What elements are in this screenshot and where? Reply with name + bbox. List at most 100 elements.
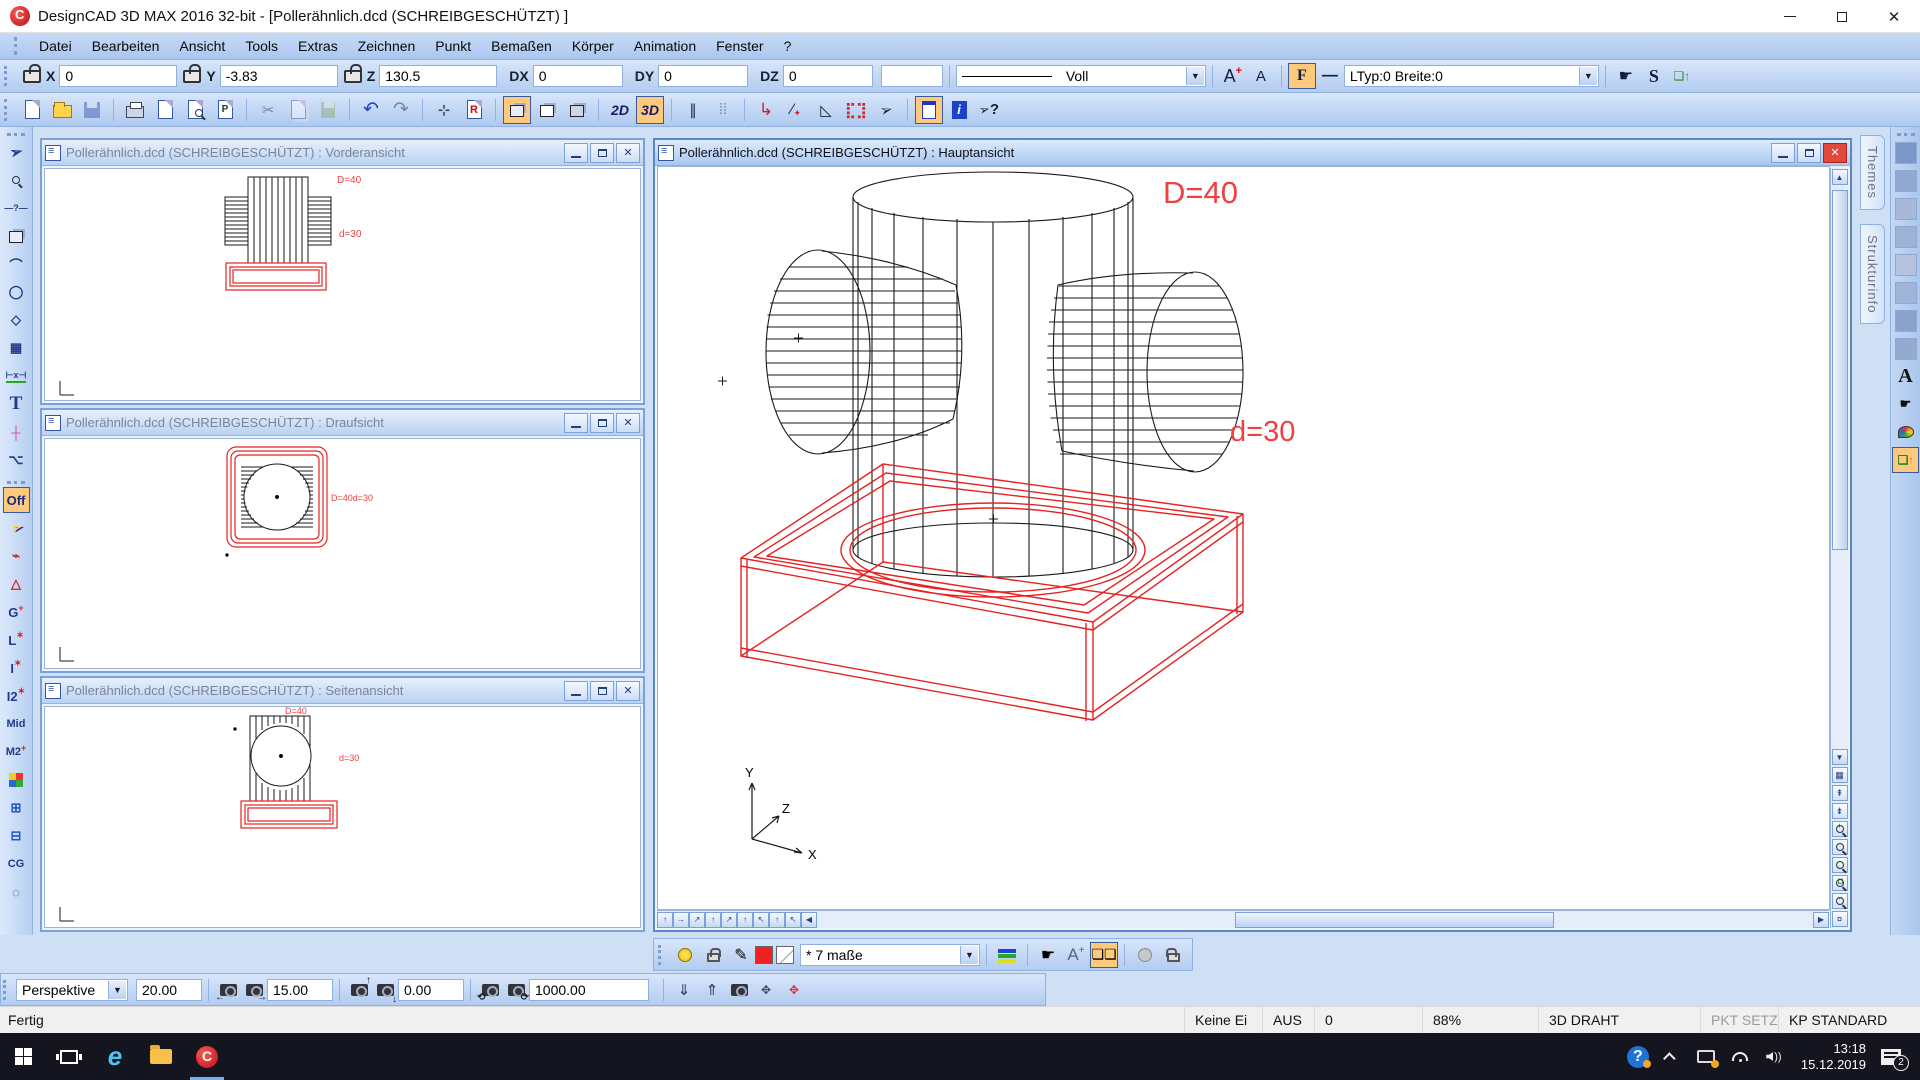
scroll-right-icon[interactable]: ▶ bbox=[1813, 912, 1829, 928]
move-origin-icon[interactable]: ✥ bbox=[752, 977, 780, 1003]
bulb-off-icon[interactable] bbox=[1131, 942, 1159, 968]
color-swatch-4[interactable] bbox=[1895, 226, 1917, 248]
file-explorer-icon[interactable] bbox=[138, 1033, 184, 1080]
cut-icon[interactable]: ✂ bbox=[254, 96, 282, 124]
layer-stack-icon[interactable] bbox=[993, 942, 1021, 968]
hand-pointer-icon[interactable]: ☛ bbox=[1034, 942, 1062, 968]
schematic-tool-icon[interactable]: ⌥ bbox=[3, 447, 30, 473]
paste-attributes-button[interactable]: ❏↑ bbox=[1668, 63, 1696, 89]
dy-input[interactable]: 0 bbox=[658, 65, 748, 87]
wireframe-mode-button[interactable] bbox=[563, 96, 591, 124]
text-tool-button[interactable]: T bbox=[3, 391, 30, 417]
line-query-icon[interactable]: —?— bbox=[3, 195, 30, 221]
layer-edit-pencil-icon[interactable]: ✎ bbox=[727, 942, 755, 968]
color-grid-icon[interactable] bbox=[3, 767, 30, 793]
midpoint2-snap-button[interactable]: M2+ bbox=[3, 739, 30, 765]
menu-bemassen[interactable]: Bemaßen bbox=[481, 35, 562, 57]
intersect-snap-button[interactable]: I✶ bbox=[3, 655, 30, 681]
color-swatch-3[interactable] bbox=[1895, 198, 1917, 220]
vertical-scroll-thumb[interactable] bbox=[1832, 190, 1848, 550]
help-bubble-icon[interactable]: ? bbox=[1621, 1033, 1655, 1080]
close-icon[interactable]: ✕ bbox=[616, 413, 640, 433]
gravity-move-icon[interactable]: ⊹ bbox=[430, 96, 458, 124]
main-view-canvas[interactable]: D=40 d=30 Y X Z bbox=[657, 166, 1830, 910]
grid-toggle-icon[interactable]: ▦ bbox=[1832, 767, 1848, 783]
axes-icon[interactable]: ↳ bbox=[752, 96, 780, 124]
rotate-step-input[interactable]: 15.00 bbox=[267, 979, 333, 1001]
undo-button[interactable]: ↶ bbox=[357, 96, 385, 124]
view-nav-up-icon[interactable]: ↑ bbox=[657, 912, 673, 928]
page-up-view-icon[interactable]: ⇞ bbox=[1832, 785, 1848, 801]
view-nav-upright-icon[interactable]: ↗ bbox=[689, 912, 705, 928]
scroll-down-icon[interactable]: ▼ bbox=[1832, 749, 1848, 765]
horizontal-scroll-track[interactable] bbox=[817, 912, 1813, 928]
zoom-in-icon[interactable]: + bbox=[1832, 821, 1848, 837]
camera-view-button[interactable] bbox=[726, 977, 752, 1003]
midpoint-snap-button[interactable]: Mid bbox=[3, 711, 30, 737]
pointer-snap-icon[interactable]: ➢ bbox=[872, 96, 900, 124]
paste-icon[interactable] bbox=[314, 96, 342, 124]
top-view-canvas[interactable]: D=40d=30 bbox=[44, 438, 641, 669]
edge-browser-icon[interactable]: e bbox=[92, 1033, 138, 1080]
color-swatch-1[interactable] bbox=[1895, 142, 1917, 164]
line-snap-icon[interactable]: ∕✦ bbox=[782, 96, 810, 124]
color-swatch-5[interactable] bbox=[1895, 254, 1917, 276]
box-3d-icon[interactable] bbox=[3, 223, 30, 249]
copy-icon[interactable] bbox=[284, 96, 312, 124]
menu-punkt[interactable]: Punkt bbox=[425, 35, 481, 57]
menu-tools[interactable]: Tools bbox=[235, 35, 288, 57]
display-icon[interactable] bbox=[1689, 1033, 1723, 1080]
line-width-icon[interactable]: — bbox=[1316, 63, 1344, 89]
close-icon[interactable]: ✕ bbox=[616, 681, 640, 701]
page-preview-button[interactable] bbox=[181, 96, 209, 124]
task-view-icon[interactable] bbox=[46, 1033, 92, 1080]
context-help-button[interactable]: ➢? bbox=[975, 96, 1003, 124]
lock-z-icon[interactable] bbox=[344, 70, 362, 83]
color-swatch-2[interactable] bbox=[1895, 170, 1917, 192]
side-view-titlebar[interactable]: Pollerähnlich.dcd (SCHREIBGESCHÜTZT) : S… bbox=[42, 678, 643, 704]
front-view-titlebar[interactable]: Pollerähnlich.dcd (SCHREIBGESCHÜTZT) : V… bbox=[42, 140, 643, 166]
palette-icon[interactable] bbox=[1892, 419, 1919, 445]
view-nav-upright2-icon[interactable]: ↗ bbox=[721, 912, 737, 928]
fill-none-swatch[interactable] bbox=[776, 946, 794, 964]
layer-dropdown[interactable]: * 7 maße ▼ bbox=[800, 944, 980, 966]
dx-input[interactable]: 0 bbox=[533, 65, 623, 87]
rotate-left-camera-button[interactable]: ⟲ bbox=[477, 977, 503, 1003]
stack-up-icon[interactable]: ⇑ bbox=[698, 977, 726, 1003]
selection-handles-icon[interactable]: ⣏⣹ bbox=[842, 96, 870, 124]
duplicate-pages-icon[interactable]: ❏❏ bbox=[1090, 942, 1118, 968]
stack-down-icon[interactable]: ⇓ bbox=[670, 977, 698, 1003]
zoom-window-icon[interactable] bbox=[1832, 857, 1848, 873]
save-button[interactable] bbox=[78, 96, 106, 124]
side-view-canvas[interactable]: D=40 d=30 bbox=[44, 706, 641, 928]
wifi-icon[interactable] bbox=[1723, 1033, 1757, 1080]
pan-down-camera-button[interactable]: ↓ bbox=[372, 977, 398, 1003]
move-target-icon[interactable]: ✥ bbox=[780, 977, 808, 1003]
text-plus-button[interactable]: A+ bbox=[1062, 942, 1090, 968]
print-button[interactable] bbox=[121, 96, 149, 124]
show-hidden-icons-chevron[interactable] bbox=[1655, 1033, 1689, 1080]
paperspace-button[interactable]: P bbox=[211, 96, 239, 124]
volume-icon[interactable]: )) bbox=[1757, 1033, 1791, 1080]
pan-step-input[interactable]: 20.00 bbox=[136, 979, 202, 1001]
extra-coordinate-field[interactable] bbox=[881, 65, 943, 87]
designcad-taskbar-icon[interactable] bbox=[184, 1033, 230, 1080]
snap-off-button[interactable]: Off bbox=[3, 487, 30, 513]
taskbar-clock[interactable]: 13:18 15.12.2019 bbox=[1801, 1041, 1866, 1073]
chevron-down-icon[interactable]: ▼ bbox=[108, 981, 126, 999]
menu-extras[interactable]: Extras bbox=[288, 35, 348, 57]
menu-datei[interactable]: Datei bbox=[29, 35, 82, 57]
close-icon[interactable]: ✕ bbox=[1823, 143, 1847, 163]
menu-zeichnen[interactable]: Zeichnen bbox=[348, 35, 426, 57]
view-nav-up2-icon[interactable]: ↑ bbox=[705, 912, 721, 928]
view-nav-upleft-icon[interactable]: ↖ bbox=[753, 912, 769, 928]
select-arrow-icon[interactable]: ➢ bbox=[3, 139, 30, 165]
minimize-icon[interactable] bbox=[564, 681, 588, 701]
lock-y-icon[interactable] bbox=[183, 70, 201, 83]
3d-mode-button[interactable]: 3D bbox=[636, 96, 664, 124]
parallel-lines-icon[interactable]: ∥ bbox=[679, 96, 707, 124]
ltyp-breite-dropdown[interactable]: LTyp:0 Breite:0 ▼ bbox=[1344, 65, 1599, 87]
pan-view-icon[interactable]: ¤ bbox=[1832, 911, 1848, 927]
blue-grid2-icon[interactable]: ⊟ bbox=[3, 823, 30, 849]
color-swatch-7[interactable] bbox=[1895, 310, 1917, 332]
